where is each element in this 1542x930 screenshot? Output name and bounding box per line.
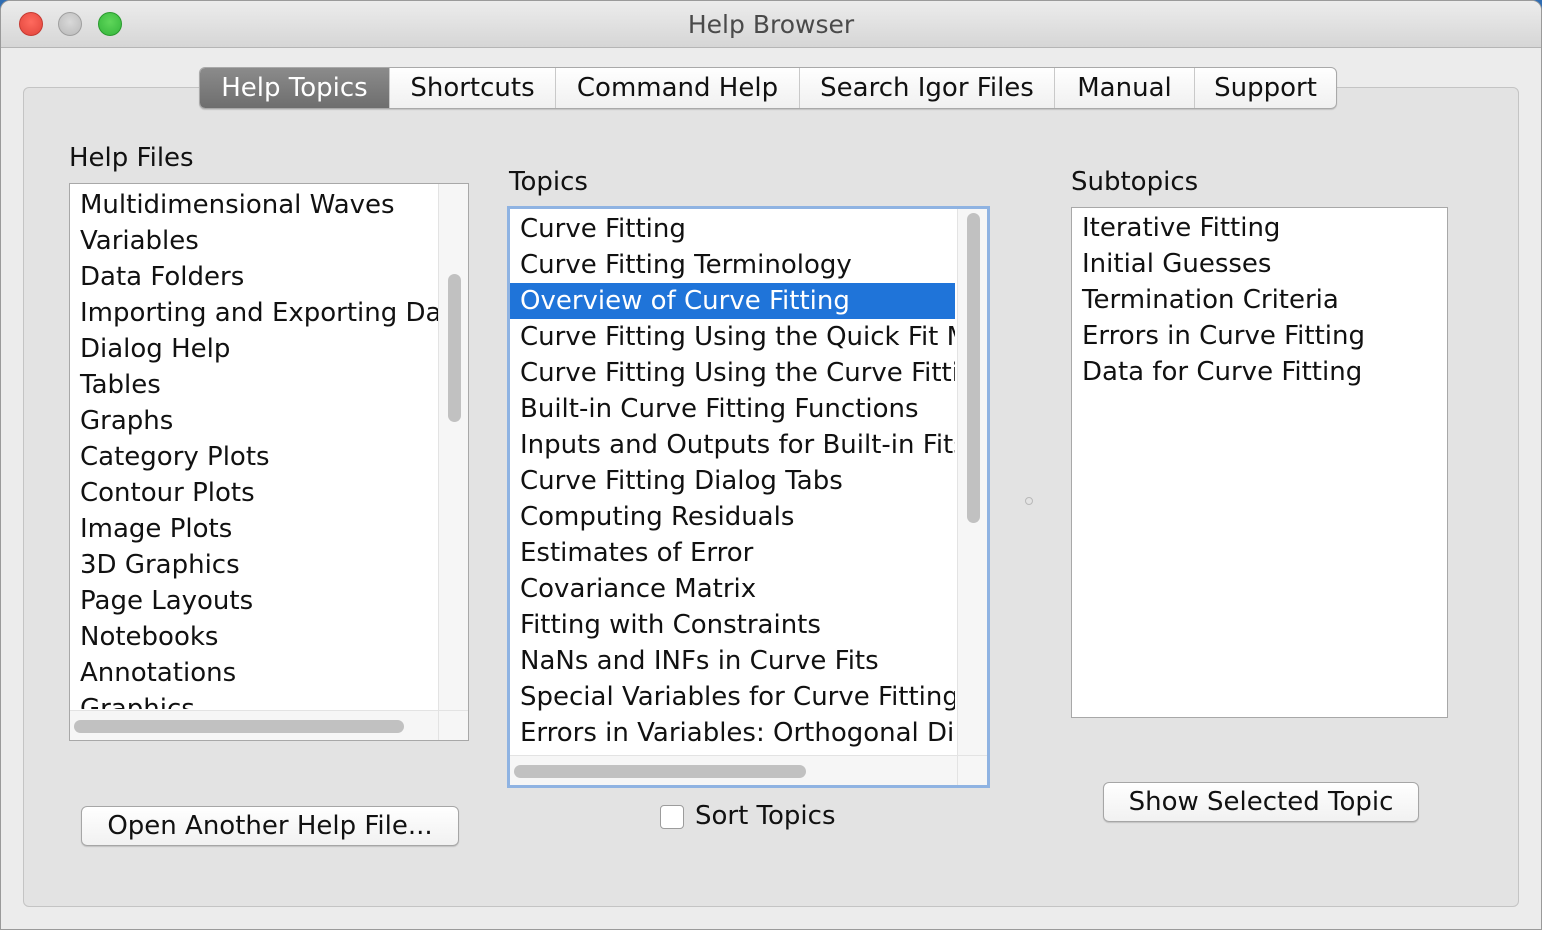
help-file-item[interactable]: Graphs [70,403,438,439]
help-file-item[interactable]: 3D Graphics [70,547,438,583]
topics-horizontal-scroll-thumb[interactable] [514,765,806,778]
topic-item[interactable]: Special Variables for Curve Fitting [510,679,955,715]
tab-help-topics[interactable]: Help Topics [200,68,389,108]
tab-manual[interactable]: Manual [1054,68,1194,108]
topic-item-selected[interactable]: Overview of Curve Fitting [510,283,955,319]
subtopics-items: Iterative Fitting Initial Guesses Termin… [1072,210,1447,390]
scroll-corner [438,710,468,740]
help-files-items: Multidimensional Waves Variables Data Fo… [70,187,438,709]
help-file-item[interactable]: Notebooks [70,619,438,655]
help-file-item[interactable]: Annotations [70,655,438,691]
help-files-horizontal-scrollbar[interactable] [70,710,438,740]
subtopic-item[interactable]: Termination Criteria [1072,282,1447,318]
help-file-item[interactable]: Dialog Help [70,331,438,367]
subtopic-item[interactable]: Errors in Curve Fitting [1072,318,1447,354]
topics-horizontal-scrollbar[interactable] [510,755,957,785]
help-file-item[interactable]: Data Folders [70,259,438,295]
title-bar[interactable]: Help Browser [1,1,1541,48]
help-file-item[interactable]: Category Plots [70,439,438,475]
topic-item[interactable]: Inputs and Outputs for Built-in Fits [510,427,955,463]
tab-support[interactable]: Support [1194,68,1336,108]
topics-list[interactable]: Curve Fitting Curve Fitting Terminology … [507,206,990,788]
subtopic-item[interactable]: Data for Curve Fitting [1072,354,1447,390]
help-browser-window: Help Browser Help Topics Shortcuts Comma… [0,0,1542,930]
topic-item[interactable]: NaNs and INFs in Curve Fits [510,643,955,679]
help-file-item[interactable]: Tables [70,367,438,403]
help-files-vertical-scrollbar[interactable] [438,184,468,710]
topics-vertical-scrollbar[interactable] [957,209,987,755]
help-file-item[interactable]: Variables [70,223,438,259]
topic-item[interactable]: Curve Fitting Using the Quick Fit M [510,319,955,355]
help-files-vertical-scroll-thumb[interactable] [448,274,461,422]
help-files-label: Help Files [69,143,194,173]
topic-item[interactable]: Covariance Matrix [510,571,955,607]
topic-item[interactable]: Built-in Curve Fitting Functions [510,391,955,427]
help-file-item[interactable]: Contour Plots [70,475,438,511]
splitter-handle[interactable] [1025,497,1033,505]
topic-item[interactable]: Computing Residuals [510,499,955,535]
topic-item[interactable]: Curve Fitting Terminology [510,247,955,283]
help-files-horizontal-scroll-thumb[interactable] [74,720,404,733]
subtopic-item[interactable]: Iterative Fitting [1072,210,1447,246]
tab-bar: Help Topics Shortcuts Command Help Searc… [199,67,1337,109]
topic-item[interactable]: Curve Fitting Using the Curve Fittir [510,355,955,391]
show-selected-topic-button[interactable]: Show Selected Topic [1103,782,1419,822]
sort-topics-label[interactable]: Sort Topics [695,801,836,831]
subtopic-item[interactable]: Initial Guesses [1072,246,1447,282]
topic-item[interactable]: Estimates of Error [510,535,955,571]
subtopics-label: Subtopics [1071,167,1199,197]
topic-item[interactable]: Curve Fitting Dialog Tabs [510,463,955,499]
open-another-help-file-button[interactable]: Open Another Help File... [81,806,459,846]
tab-search-igor-files[interactable]: Search Igor Files [799,68,1054,108]
help-file-item[interactable]: Page Layouts [70,583,438,619]
help-file-item[interactable]: Image Plots [70,511,438,547]
scroll-corner [957,755,987,785]
tab-shortcuts[interactable]: Shortcuts [389,68,555,108]
help-file-item[interactable]: Importing and Exporting Dat [70,295,438,331]
help-files-list[interactable]: Multidimensional Waves Variables Data Fo… [69,183,469,741]
sort-topics-checkbox[interactable] [660,805,684,829]
topics-items: Curve Fitting Curve Fitting Terminology … [510,211,955,751]
topics-vertical-scroll-thumb[interactable] [967,213,980,523]
topic-item[interactable]: Errors in Variables: Orthogonal Dis [510,715,955,751]
help-file-item[interactable]: Graphics [70,691,438,709]
window-title: Help Browser [687,10,855,39]
topic-item[interactable]: Fitting with Constraints [510,607,955,643]
subtopics-list[interactable]: Iterative Fitting Initial Guesses Termin… [1071,207,1448,718]
help-file-item[interactable]: Multidimensional Waves [70,187,438,223]
topic-item[interactable]: Curve Fitting [510,211,955,247]
topics-label: Topics [509,167,588,197]
tab-command-help[interactable]: Command Help [555,68,799,108]
